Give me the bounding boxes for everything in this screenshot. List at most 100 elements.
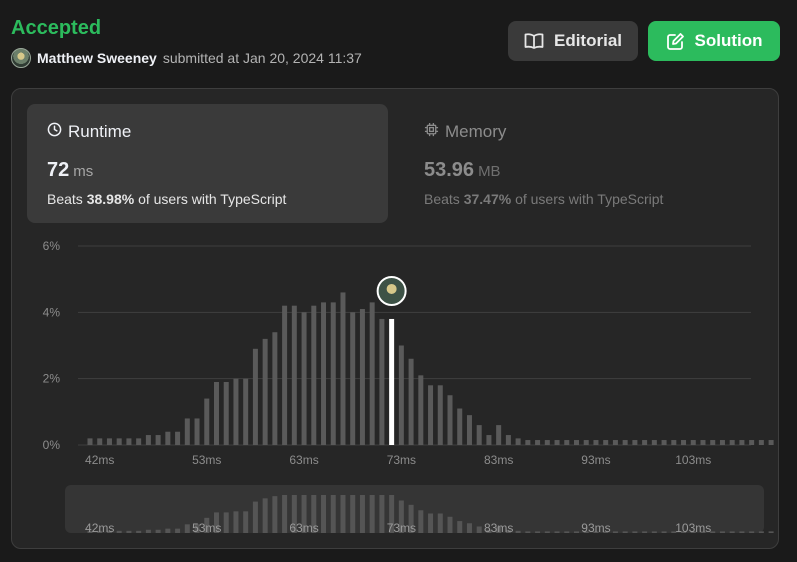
distribution-bar[interactable] (359, 309, 365, 445)
distribution-bar[interactable] (758, 440, 764, 445)
overview-bar (165, 528, 171, 533)
distribution-bar[interactable] (321, 302, 327, 445)
distribution-bar[interactable] (632, 440, 638, 445)
overview-bar (622, 531, 628, 533)
y-tick-label: 2% (43, 372, 61, 386)
distribution-bar[interactable] (223, 381, 229, 445)
y-tick-label: 6% (43, 239, 61, 253)
distribution-bar[interactable] (622, 440, 628, 445)
distribution-bar[interactable] (155, 435, 161, 445)
distribution-bar[interactable] (603, 440, 609, 445)
distribution-bar[interactable] (418, 375, 424, 445)
distribution-bar[interactable] (457, 408, 463, 445)
distribution-bar[interactable] (583, 440, 589, 445)
distribution-bar[interactable] (749, 440, 755, 445)
distribution-bar[interactable] (97, 438, 103, 445)
distribution-bar[interactable] (535, 440, 541, 445)
overview-x-tick-label: 103ms (675, 521, 711, 535)
overview-bar (155, 529, 161, 533)
overview-bar (116, 530, 122, 533)
distribution-bar[interactable] (544, 440, 550, 445)
distribution-bar[interactable] (739, 440, 745, 445)
distribution-bar[interactable] (262, 338, 268, 445)
overview-bar (136, 530, 142, 533)
distribution-bar[interactable] (330, 302, 336, 445)
distribution-bar[interactable] (106, 438, 112, 445)
distribution-bar[interactable] (165, 431, 171, 445)
distribution-bar[interactable] (710, 440, 716, 445)
distribution-bar[interactable] (593, 440, 599, 445)
distribution-bar[interactable] (252, 348, 258, 445)
distribution-bar[interactable] (369, 302, 375, 445)
distribution-bar[interactable] (525, 440, 531, 445)
distribution-bar[interactable] (574, 440, 579, 445)
distribution-bar[interactable] (768, 440, 774, 445)
distribution-bar[interactable] (379, 318, 385, 445)
overview-bar (525, 531, 531, 533)
distribution-bar[interactable] (661, 440, 667, 445)
distribution-bar[interactable] (194, 418, 200, 445)
overview-bar (418, 510, 424, 533)
distribution-bar[interactable] (651, 440, 657, 445)
distribution-bar[interactable] (719, 440, 725, 445)
distribution-bar[interactable] (136, 438, 142, 445)
distribution-bar[interactable] (729, 440, 735, 445)
distribution-bar[interactable] (243, 378, 249, 445)
distribution-bar[interactable] (87, 438, 93, 445)
distribution-bar[interactable] (496, 425, 502, 445)
distribution-bar[interactable] (291, 305, 297, 445)
distribution-bar[interactable] (476, 425, 482, 445)
overview-bar (574, 531, 579, 533)
distribution-bar[interactable] (642, 440, 648, 445)
distribution-bar[interactable] (126, 438, 132, 445)
distribution-bar[interactable] (145, 435, 151, 445)
runtime-distribution-chart[interactable]: 0% 2% 4% 6% 42ms 53ms 63ms 73ms 83ms 93ms 103ms 42m… (12, 89, 778, 548)
distribution-bar[interactable] (408, 358, 414, 445)
overview-bar (749, 531, 755, 533)
distribution-bar[interactable] (272, 332, 278, 445)
x-tick-label: 93ms (581, 453, 610, 467)
distribution-bar[interactable] (282, 305, 288, 445)
distribution-bar[interactable] (486, 435, 492, 445)
overview-bar (651, 531, 657, 533)
distribution-bar[interactable] (233, 378, 239, 445)
overview-bar (340, 495, 346, 533)
distribution-bar[interactable] (681, 440, 687, 445)
distribution-bar[interactable] (505, 435, 511, 445)
distribution-bar[interactable] (466, 415, 472, 445)
distribution-bar[interactable] (175, 431, 181, 445)
distribution-bar[interactable] (700, 440, 706, 445)
distribution-bar[interactable] (612, 440, 618, 445)
overview-bar (359, 495, 365, 533)
distribution-bar[interactable] (428, 385, 434, 445)
distribution-bar[interactable] (690, 440, 696, 445)
distribution-bar[interactable] (671, 440, 677, 445)
user-name[interactable]: Matthew Sweeney (37, 50, 157, 66)
performance-panel: Runtime 72 ms Beats 38.98% of users with … (11, 88, 779, 549)
distribution-bar[interactable] (301, 312, 307, 445)
distribution-bar[interactable] (515, 438, 521, 445)
distribution-bar[interactable] (398, 345, 404, 446)
distribution-bar[interactable] (213, 381, 219, 445)
distribution-bar[interactable] (116, 438, 122, 445)
editorial-button[interactable]: Editorial (508, 21, 638, 61)
avatar-marker-face (386, 283, 397, 294)
x-tick-label: 63ms (289, 453, 318, 467)
distribution-bar[interactable] (564, 440, 570, 445)
distribution-bar[interactable] (554, 440, 560, 445)
distribution-bar[interactable] (437, 385, 443, 445)
overview-bar (369, 495, 375, 533)
overview-bar (554, 531, 560, 533)
solution-button[interactable]: Solution (648, 21, 780, 61)
overview-x-tick-label: 93ms (581, 521, 610, 535)
distribution-bar[interactable] (447, 395, 453, 445)
distribution-bar[interactable] (350, 312, 356, 445)
highlighted-bar[interactable] (389, 318, 395, 445)
user-avatar[interactable] (11, 48, 31, 68)
x-tick-label: 42ms (85, 453, 114, 467)
distribution-bar[interactable] (184, 418, 190, 445)
distribution-bar[interactable] (340, 292, 346, 445)
overview-bar (428, 513, 434, 533)
distribution-bar[interactable] (204, 398, 210, 445)
distribution-bar[interactable] (311, 305, 317, 445)
